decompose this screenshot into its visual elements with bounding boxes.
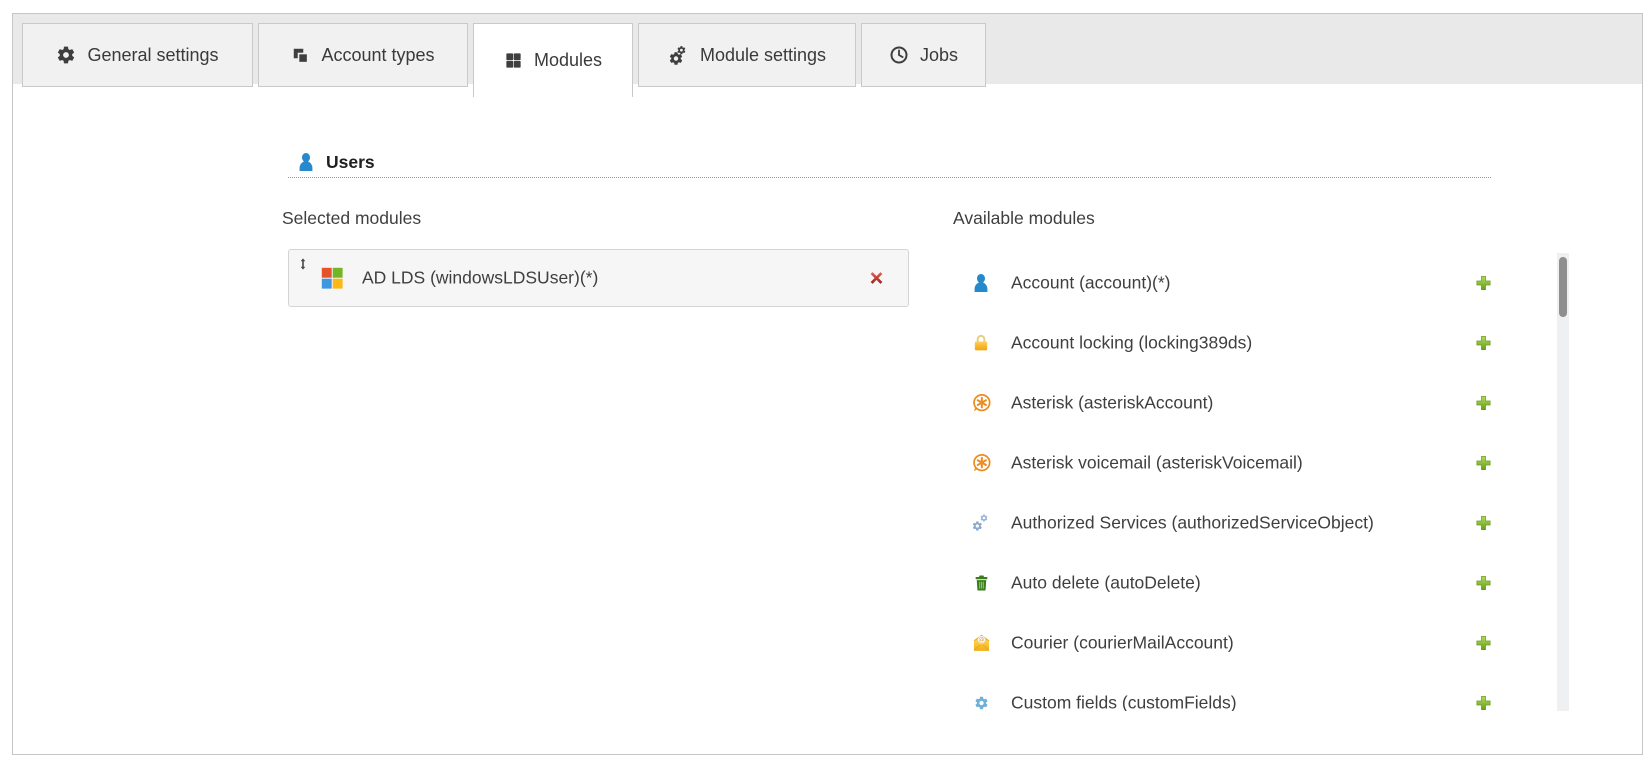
available-module-asterisk-asteriskaccount[interactable]: Asterisk (asteriskAccount) xyxy=(953,373,1569,433)
gear-blue-icon xyxy=(969,695,993,712)
tab-modules[interactable]: Modules xyxy=(473,23,633,97)
remove-icon xyxy=(867,269,886,288)
tab-jobs[interactable]: Jobs xyxy=(861,23,986,87)
gears-icon xyxy=(668,45,689,66)
add-module-button[interactable] xyxy=(1475,275,1492,292)
copy-icon xyxy=(291,46,310,65)
plus-icon xyxy=(1475,635,1492,652)
user-icon xyxy=(296,150,316,174)
clock-icon xyxy=(889,45,909,65)
available-modules-list: Account (account)(*) Account locking (lo… xyxy=(953,253,1569,711)
mail-icon: @ xyxy=(969,633,993,654)
tab-label: Modules xyxy=(534,50,602,71)
asterisk-icon xyxy=(969,393,993,414)
plus-icon xyxy=(1475,275,1492,292)
add-module-button[interactable] xyxy=(1475,575,1492,592)
add-module-button[interactable] xyxy=(1475,455,1492,472)
add-module-button[interactable] xyxy=(1475,395,1492,412)
add-module-button[interactable] xyxy=(1475,515,1492,532)
selected-modules-list: AD LDS (windowsLDSUser)(*) xyxy=(288,249,909,307)
selected-module-label: AD LDS (windowsLDSUser)(*) xyxy=(362,268,598,289)
section-title: Users xyxy=(326,152,375,173)
tab-label: Jobs xyxy=(920,45,958,66)
available-modules-header: Available modules xyxy=(953,208,1095,229)
available-module-label: Asterisk (asteriskAccount) xyxy=(1011,393,1213,414)
available-module-account-account[interactable]: Account (account)(*) xyxy=(953,253,1569,313)
available-module-custom-fields-customfields[interactable]: Custom fields (customFields) xyxy=(953,673,1569,711)
available-module-asterisk-voicemail-asteriskvoicemail[interactable]: Asterisk voicemail (asteriskVoicemail) xyxy=(953,433,1569,493)
section-divider xyxy=(288,177,1491,178)
lock-icon xyxy=(969,332,993,354)
available-module-authorized-services-authorizedserviceobject[interactable]: Authorized Services (authorizedServiceOb… xyxy=(953,493,1569,553)
available-module-label: Account locking (locking389ds) xyxy=(1011,333,1252,354)
tab-bar: General settings Account types Modules M… xyxy=(13,14,1642,84)
add-module-button[interactable] xyxy=(1475,695,1492,712)
selected-module-row[interactable]: AD LDS (windowsLDSUser)(*) xyxy=(288,249,909,307)
gears-blue-icon xyxy=(969,513,993,533)
tab-module-settings[interactable]: Module settings xyxy=(638,23,856,87)
available-module-label: Courier (courierMailAccount) xyxy=(1011,633,1234,654)
available-module-label: Auto delete (autoDelete) xyxy=(1011,573,1201,594)
tab-label: General settings xyxy=(87,45,218,66)
available-module-label: Account (account)(*) xyxy=(1011,273,1171,294)
tab-general-settings[interactable]: General settings xyxy=(22,23,253,87)
plus-icon xyxy=(1475,515,1492,532)
grid-icon xyxy=(504,51,523,70)
add-module-button[interactable] xyxy=(1475,635,1492,652)
page: { "tabs": [ {"label": "General settings"… xyxy=(0,0,1649,761)
available-module-label: Asterisk voicemail (asteriskVoicemail) xyxy=(1011,453,1303,474)
add-module-button[interactable] xyxy=(1475,335,1492,352)
available-module-auto-delete-autodelete[interactable]: Auto delete (autoDelete) xyxy=(953,553,1569,613)
asterisk-icon xyxy=(969,453,993,474)
drag-handle-icon[interactable] xyxy=(297,256,309,272)
trash-icon xyxy=(969,572,993,594)
windows-logo-icon xyxy=(320,266,344,290)
selected-modules-header: Selected modules xyxy=(282,208,421,229)
gear-icon xyxy=(56,45,76,65)
plus-icon xyxy=(1475,695,1492,712)
available-module-courier-couriermailaccount[interactable]: @ Courier (courierMailAccount) xyxy=(953,613,1569,673)
plus-icon xyxy=(1475,395,1492,412)
users-section-header: Users xyxy=(296,149,375,175)
tab-label: Account types xyxy=(321,45,434,66)
tab-account-types[interactable]: Account types xyxy=(258,23,468,87)
available-module-label: Authorized Services (authorizedServiceOb… xyxy=(1011,513,1374,534)
available-module-label: Custom fields (customFields) xyxy=(1011,693,1237,712)
available-module-account-locking-locking389ds[interactable]: Account locking (locking389ds) xyxy=(953,313,1569,373)
svg-text:@: @ xyxy=(978,637,984,644)
plus-icon xyxy=(1475,575,1492,592)
plus-icon xyxy=(1475,455,1492,472)
plus-icon xyxy=(1475,335,1492,352)
remove-module-button[interactable] xyxy=(867,269,886,288)
tab-label: Module settings xyxy=(700,45,826,66)
configuration-panel: General settings Account types Modules M… xyxy=(12,13,1643,755)
user-icon xyxy=(969,271,993,295)
